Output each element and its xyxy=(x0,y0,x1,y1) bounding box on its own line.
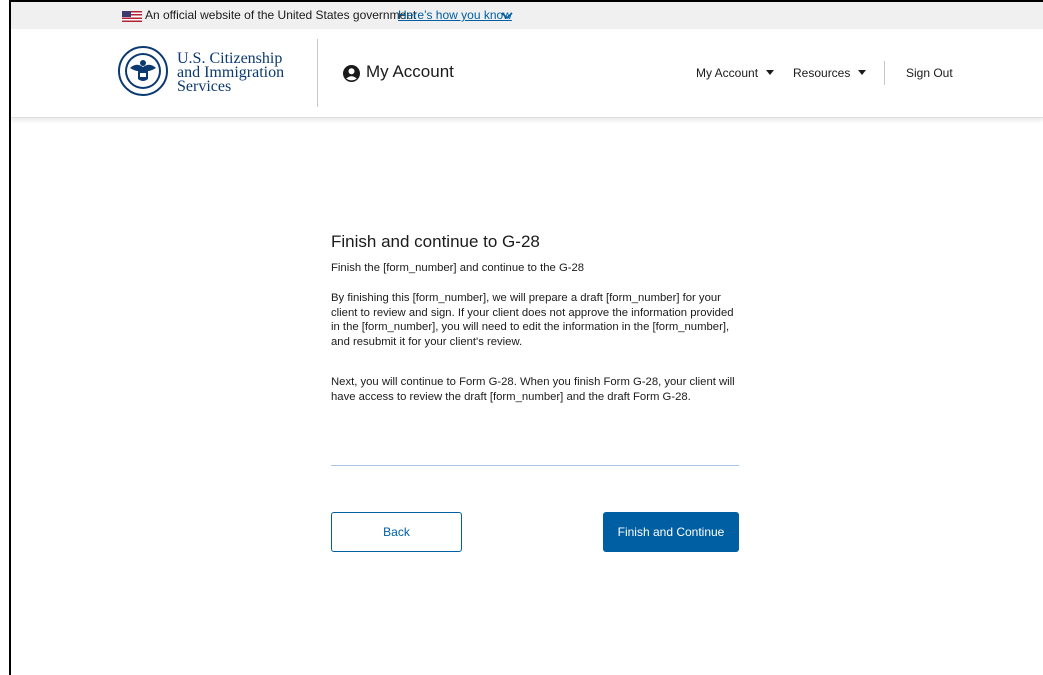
back-button[interactable]: Back xyxy=(331,512,462,552)
info-paragraph-2: Next, you will continue to Form G-28. Wh… xyxy=(331,376,735,403)
caret-down-icon xyxy=(766,70,775,75)
header-divider xyxy=(317,39,318,107)
agency-name[interactable]: U.S. Citizenship and Immigration Service… xyxy=(177,51,284,95)
gov-banner: An official website of the United States… xyxy=(11,2,1043,29)
section-divider xyxy=(331,465,739,466)
page-app-title: My Account xyxy=(366,62,454,81)
caret-down-icon xyxy=(858,70,867,75)
heres-how-you-know-link[interactable]: Here’s how you know xyxy=(398,2,512,29)
agency-name-line-3: Services xyxy=(177,78,232,95)
nav-divider xyxy=(884,61,885,85)
gov-banner-text: An official website of the United States… xyxy=(145,8,417,22)
info-paragraph-1: By finishing this [form_number], we will… xyxy=(331,292,734,348)
nav-my-account-label: My Account xyxy=(696,66,759,80)
us-flag-icon xyxy=(122,11,142,22)
user-circle-icon xyxy=(343,65,360,82)
nav-my-account-menu[interactable]: My Account xyxy=(696,66,775,80)
nav-resources-menu[interactable]: Resources xyxy=(793,66,867,80)
dhs-seal-icon[interactable] xyxy=(118,46,168,96)
sign-out-link[interactable]: Sign Out xyxy=(906,66,953,80)
site-header: U.S. Citizenship and Immigration Service… xyxy=(11,29,1043,118)
chevron-down-icon[interactable] xyxy=(501,11,513,20)
finish-and-continue-button[interactable]: Finish and Continue xyxy=(603,512,739,552)
page-subtitle: Finish the [form_number] and continue to… xyxy=(331,262,585,274)
page-title: Finish and continue to G-28 xyxy=(331,232,540,251)
nav-resources-label: Resources xyxy=(793,66,851,80)
